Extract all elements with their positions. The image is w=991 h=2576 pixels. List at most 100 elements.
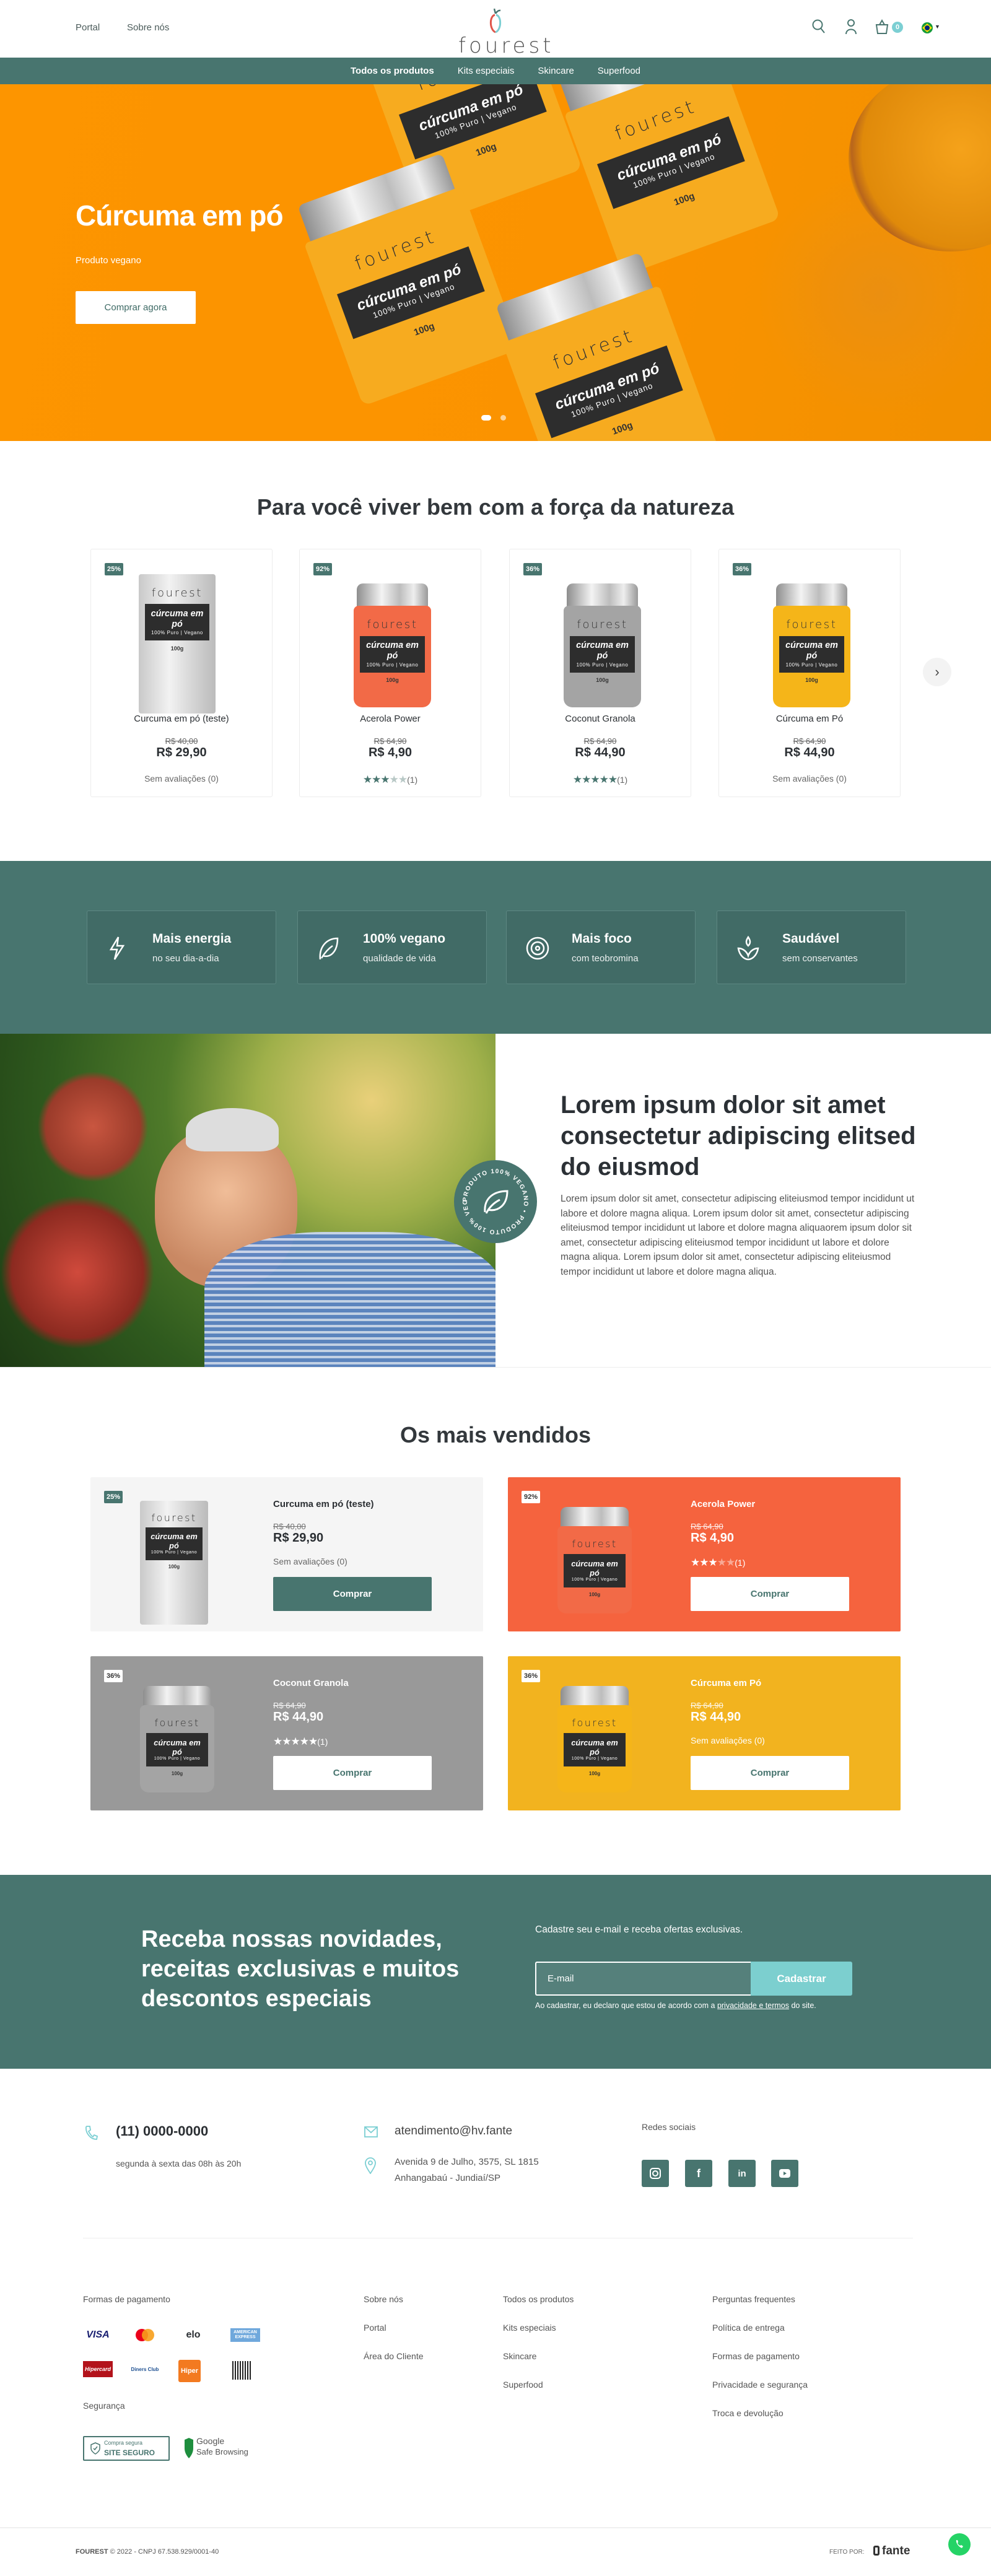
footer-link[interactable]: Kits especiais bbox=[503, 2323, 556, 2333]
cart-icon[interactable] bbox=[875, 19, 889, 35]
benefits-section: Mais energia no seu dia-a-dia 100% vegan… bbox=[0, 861, 991, 1034]
bestseller-card[interactable]: 36% fourest cúrcuma em pó 100% Puro | Vega… bbox=[508, 1656, 901, 1810]
footer-link[interactable]: Área do Cliente bbox=[364, 2351, 424, 2361]
product-card[interactable]: 36% fourest cúrcuma em pó 100% Puro | Vega… bbox=[509, 549, 691, 797]
shield-check-icon bbox=[90, 2442, 100, 2455]
product-name[interactable]: Acerola Power bbox=[691, 1499, 755, 1509]
old-price: R$ 64,90 bbox=[583, 736, 617, 746]
email-link[interactable]: atendimento@hv.fante bbox=[395, 2124, 512, 2138]
whatsapp-button[interactable] bbox=[948, 2533, 971, 2556]
star-icon: ★ bbox=[691, 1557, 700, 1568]
leaf-icon bbox=[484, 1190, 509, 1214]
logo-wordmark: fourest bbox=[458, 33, 554, 58]
star-icon: ★ bbox=[572, 774, 582, 785]
footer-link[interactable]: Perguntas frequentes bbox=[712, 2294, 795, 2304]
buy-button[interactable]: Comprar bbox=[273, 1577, 432, 1611]
benefit-subtitle: qualidade de vida bbox=[363, 953, 436, 964]
featured-section-title: Para você viver bem com a força da natur… bbox=[256, 494, 735, 520]
old-price: R$ 64,90 bbox=[273, 1701, 306, 1710]
email-input[interactable] bbox=[535, 1962, 751, 1996]
product-name[interactable]: Acerola Power bbox=[300, 714, 481, 724]
category-skincare[interactable]: Skincare bbox=[538, 66, 574, 76]
jar-image: fourestcúrcuma em pó100% Puro | Vegano10… bbox=[489, 250, 718, 441]
product-card[interactable]: 36% fourest cúrcuma em pó 100% Puro | Vega… bbox=[718, 549, 901, 797]
product-card[interactable]: 25% fourest cúrcuma em pó 100% Puro | Vega… bbox=[90, 549, 273, 797]
site-header: Portal Sobre nós fourest 0 ▼ bbox=[0, 0, 991, 58]
discount-badge: 36% bbox=[104, 1670, 123, 1682]
newsletter-section: Receba nossas novidades, receitas exclus… bbox=[0, 1875, 991, 2069]
star-icon: ★ bbox=[389, 774, 399, 785]
jar-image: fourestcúrcuma em pó100% Puro | Vegano10… bbox=[551, 84, 780, 276]
facebook-icon[interactable]: f bbox=[685, 2160, 712, 2187]
sprout-icon bbox=[737, 935, 759, 961]
product-name[interactable]: Cúrcuma em Pó bbox=[691, 1678, 765, 1688]
star-icon: ★ bbox=[362, 774, 372, 785]
footer-link[interactable]: Política de entrega bbox=[712, 2323, 785, 2333]
nav-portal[interactable]: Portal bbox=[76, 22, 100, 33]
footer-link[interactable]: Sobre nós bbox=[364, 2294, 403, 2304]
product-name[interactable]: Curcuma em pó (teste) bbox=[273, 1499, 374, 1509]
buy-button[interactable]: Comprar bbox=[691, 1577, 849, 1611]
footer-link[interactable]: Todos os produtos bbox=[503, 2294, 574, 2304]
star-icon: ★ bbox=[582, 774, 591, 785]
brazil-flag-icon[interactable] bbox=[922, 22, 933, 33]
category-kits-especiais[interactable]: Kits especiais bbox=[458, 66, 515, 76]
benefit-title: Mais foco bbox=[572, 932, 632, 946]
linkedin-icon[interactable]: in bbox=[728, 2160, 756, 2187]
reviews-count: Sem avaliações (0) bbox=[273, 1557, 347, 1566]
star-icon: ★ bbox=[380, 774, 390, 785]
star-icon: ★ bbox=[708, 1557, 718, 1568]
phone-number[interactable]: (11) 0000-0000 bbox=[116, 2123, 208, 2139]
old-price: R$ 40,00 bbox=[273, 1522, 306, 1531]
user-icon[interactable] bbox=[844, 19, 858, 35]
carousel-dot[interactable] bbox=[500, 415, 506, 421]
fante-wordmark: fante bbox=[882, 2544, 910, 2557]
jar-image: fourestcúrcuma em pó100% Puro | Vegano10… bbox=[773, 583, 850, 707]
hero-buy-button[interactable]: Comprar agora bbox=[76, 291, 196, 324]
buy-button[interactable]: Comprar bbox=[691, 1756, 849, 1790]
reviews-count: (1) bbox=[735, 1558, 746, 1568]
language-dropdown-caret-icon[interactable]: ▼ bbox=[935, 24, 940, 30]
leaf-icon bbox=[319, 937, 339, 960]
product-name[interactable]: Coconut Granola bbox=[510, 714, 691, 724]
price: R$ 4,90 bbox=[691, 1531, 735, 1545]
subscribe-button[interactable]: Cadastrar bbox=[751, 1962, 852, 1996]
footer-link[interactable]: Privacidade e segurança bbox=[712, 2380, 808, 2390]
footer-link[interactable]: Skincare bbox=[503, 2351, 536, 2361]
bestseller-card[interactable]: 36% fourest cúrcuma em pó 100% Puro | Vega… bbox=[90, 1656, 483, 1810]
category-todos-os-produtos[interactable]: Todos os produtos bbox=[351, 66, 434, 76]
product-name[interactable]: Coconut Granola bbox=[273, 1678, 349, 1688]
nav-sobre-nos[interactable]: Sobre nós bbox=[127, 22, 169, 33]
old-price: R$ 64,90 bbox=[691, 1701, 723, 1710]
logo[interactable]: fourest bbox=[458, 6, 554, 58]
category-superfood[interactable]: Superfood bbox=[598, 66, 640, 76]
fante-logo[interactable]: fante bbox=[873, 2544, 910, 2558]
benefit-subtitle: no seu dia-a-dia bbox=[152, 953, 219, 964]
footer-link[interactable]: Troca e devolução bbox=[712, 2408, 784, 2418]
product-card[interactable]: 92% fourest cúrcuma em pó 100% Puro | Vega… bbox=[299, 549, 481, 797]
star-icon: ★ bbox=[699, 1557, 709, 1568]
footer-link[interactable]: Formas de pagamento bbox=[712, 2351, 800, 2361]
privacy-terms-link[interactable]: privacidade e termos bbox=[717, 2001, 789, 2010]
footer-link[interactable]: Portal bbox=[364, 2323, 386, 2333]
product-name[interactable]: Curcuma em pó (teste) bbox=[91, 714, 272, 724]
carousel-next-button[interactable]: › bbox=[923, 658, 951, 686]
benefit-title: 100% vegano bbox=[363, 932, 446, 946]
search-icon[interactable] bbox=[811, 19, 826, 35]
bestseller-card[interactable]: 25% fourest cúrcuma em pó 100% Puro | Vega… bbox=[90, 1477, 483, 1631]
footer-link[interactable]: Superfood bbox=[503, 2380, 543, 2390]
star-icon: ★ bbox=[398, 774, 408, 785]
pouch-image: fourest cúrcuma em pó 100% Puro | Vegano 10… bbox=[140, 1501, 208, 1625]
buy-button[interactable]: Comprar bbox=[273, 1756, 432, 1790]
instagram-icon[interactable] bbox=[642, 2160, 669, 2187]
benefit-card: Saudável sem conservantes bbox=[717, 910, 906, 984]
reviews-count: (1) bbox=[407, 775, 418, 785]
bestseller-card[interactable]: 92% fourest cúrcuma em pó 100% Puro | Vega… bbox=[508, 1477, 901, 1631]
jar-image: fourestcúrcuma em pó100% Puro | Vegano10… bbox=[557, 1507, 632, 1613]
rating: ★★★★★(1) bbox=[273, 1736, 349, 1748]
product-name[interactable]: Cúrcuma em Pó bbox=[719, 714, 900, 724]
carousel-dot-active[interactable] bbox=[481, 415, 491, 421]
youtube-icon[interactable] bbox=[771, 2160, 798, 2187]
hipercard-icon: Hipercard bbox=[83, 2361, 113, 2377]
about-heading: Lorem ipsum dolor sit amet consectetur a… bbox=[561, 1091, 916, 1181]
